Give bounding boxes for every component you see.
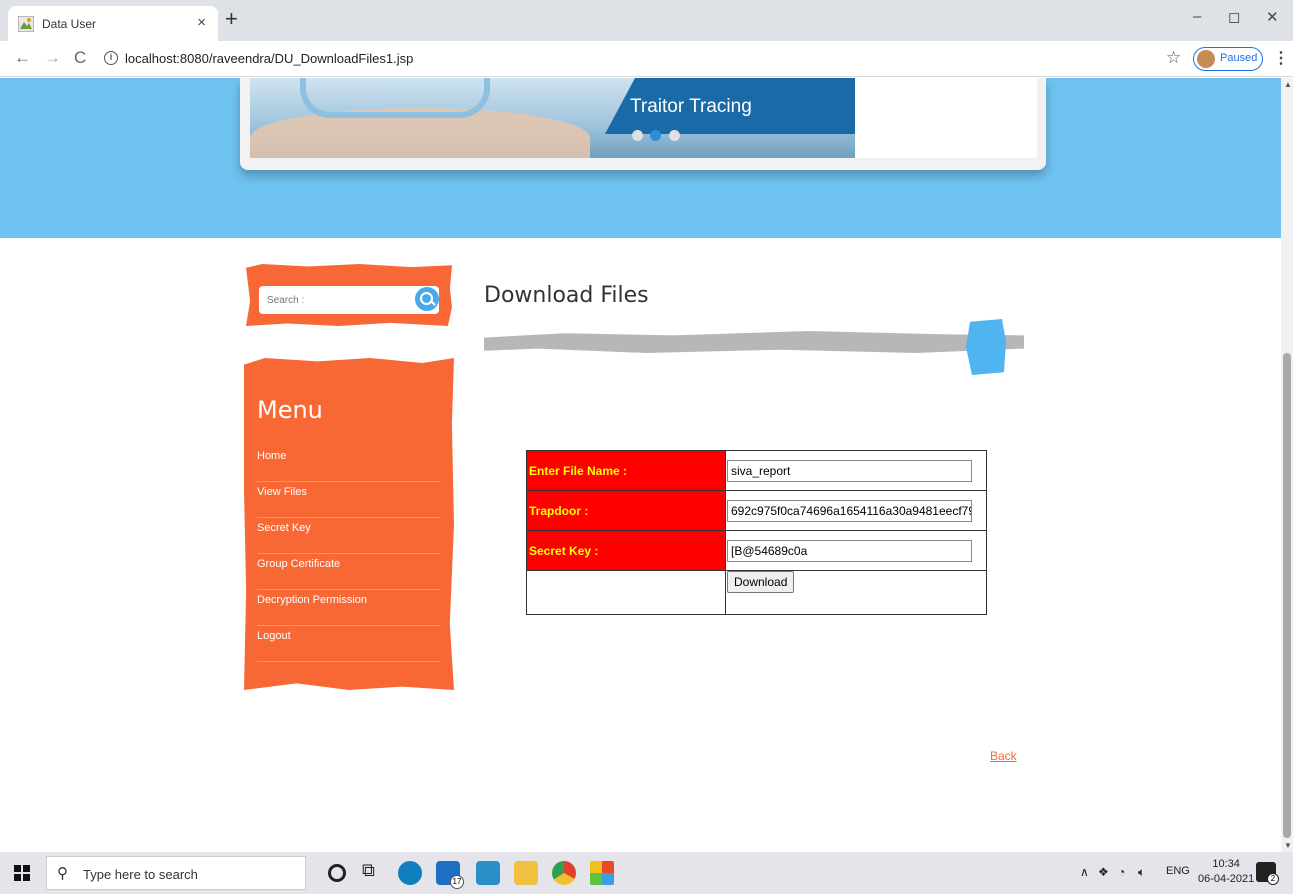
download-cell: Download — [725, 570, 987, 615]
menu-item-view-files[interactable]: View Files — [257, 482, 440, 518]
slider-dot-1[interactable] — [632, 130, 643, 141]
download-form: Enter File Name : Trapdoor : Secret Key … — [526, 450, 987, 615]
avatar — [1197, 50, 1215, 68]
banner-frame: Traitor Tracing — [240, 78, 1046, 170]
notification-badge: 2 — [1267, 873, 1279, 885]
edge-browser-icon[interactable] — [398, 861, 422, 885]
menu-item-logout[interactable]: Logout — [257, 626, 440, 662]
dropbox-icon[interactable]: ❖ — [1098, 865, 1109, 879]
trapdoor-label: Trapdoor : — [526, 490, 726, 531]
address-bar: ← → C i localhost:8080/raveendra/DU_Down… — [0, 41, 1293, 77]
form-row-secret-key: Secret Key : — [526, 530, 987, 571]
taskbar-search-placeholder: Type here to search — [83, 867, 198, 882]
cortana-icon[interactable] — [328, 864, 346, 882]
clock-date: 06-04-2021 — [1198, 873, 1255, 885]
title-divider-accent — [966, 319, 1006, 375]
task-view-icon[interactable]: ⧉ — [362, 860, 386, 884]
clock-time: 10:34 — [1212, 858, 1240, 870]
banner-title: Traitor Tracing — [630, 96, 752, 117]
trapdoor-cell — [725, 490, 987, 531]
scrollbar-thumb[interactable] — [1283, 353, 1291, 838]
banner-image: Traitor Tracing — [250, 78, 855, 158]
page-favicon-icon — [18, 16, 34, 32]
empty-cell — [526, 570, 726, 615]
secret-key-label: Secret Key : — [526, 530, 726, 571]
page-title: Download Files — [484, 283, 649, 308]
maximize-icon[interactable]: ◻ — [1228, 8, 1240, 26]
secret-key-cell — [725, 530, 987, 571]
menu-item-group-certificate[interactable]: Group Certificate — [257, 554, 440, 590]
secret-key-field[interactable] — [727, 539, 972, 562]
mail-icon[interactable]: 17 — [436, 861, 464, 889]
file-name-label: Enter File Name : — [526, 450, 726, 491]
mail-badge: 17 — [450, 875, 464, 889]
banner-right-panel — [855, 78, 1037, 158]
browser-tab-bar: Data User × + – ◻ ✕ — [0, 0, 1293, 41]
scroll-up-icon[interactable]: ▲ — [1284, 80, 1292, 89]
trapdoor-field[interactable] — [727, 499, 972, 522]
new-tab-button[interactable]: + — [225, 6, 238, 32]
tray-chevron-icon[interactable]: ∧ — [1080, 865, 1089, 879]
profile-status-label: Paused — [1220, 52, 1258, 64]
close-window-icon[interactable]: ✕ — [1266, 8, 1279, 26]
scroll-down-icon[interactable]: ▼ — [1284, 841, 1292, 850]
browser-menu-icon[interactable]: ⋮ — [1273, 48, 1289, 68]
forward-arrow-icon[interactable]: → — [44, 48, 61, 68]
minimize-icon[interactable]: – — [1193, 8, 1201, 25]
header-torn-edge — [0, 188, 1281, 232]
menu-title: Menu — [257, 396, 323, 424]
file-explorer-icon[interactable] — [514, 861, 538, 885]
volume-icon[interactable]: 🔈︎ — [1138, 865, 1145, 880]
form-row-file-name: Enter File Name : — [526, 450, 987, 491]
menu-item-secret-key[interactable]: Secret Key — [257, 518, 440, 554]
back-link[interactable]: Back — [990, 749, 1017, 763]
banner-cloud-graphic — [300, 78, 490, 118]
search-input[interactable] — [259, 286, 439, 314]
browser-tab[interactable]: Data User × — [8, 6, 218, 41]
page-viewport: Traitor Tracing Menu Home View Files Sec… — [0, 78, 1281, 852]
form-row-trapdoor: Trapdoor : — [526, 490, 987, 531]
reload-icon[interactable]: C — [74, 48, 86, 68]
slider-dot-3[interactable] — [668, 130, 680, 141]
search-icon[interactable] — [415, 287, 439, 311]
system-clock[interactable]: 10:34 06-04-2021 — [1198, 857, 1254, 887]
app-icon[interactable] — [590, 861, 614, 885]
taskbar-search-box[interactable]: ⚲ Type here to search — [46, 856, 306, 890]
amazon-store-icon[interactable] — [476, 861, 500, 885]
vertical-scrollbar[interactable]: ▲ ▼ — [1281, 78, 1293, 852]
menu-item-home[interactable]: Home — [257, 446, 440, 482]
bookmark-star-icon[interactable]: ☆ — [1166, 48, 1181, 68]
slider-dot-2[interactable] — [650, 130, 662, 141]
action-center-icon[interactable]: 2 — [1256, 862, 1279, 885]
tab-close-icon[interactable]: × — [197, 14, 206, 31]
form-row-actions: Download — [526, 570, 987, 615]
url-field[interactable]: localhost:8080/raveendra/DU_DownloadFile… — [125, 51, 413, 66]
chrome-icon[interactable] — [552, 861, 576, 885]
tab-title: Data User — [42, 17, 97, 31]
windows-start-icon[interactable] — [14, 865, 30, 881]
file-name-cell — [725, 450, 987, 491]
slider-dots — [632, 128, 683, 146]
magnifier-icon: ⚲ — [57, 865, 68, 882]
menu-item-decryption-permission[interactable]: Decryption Permission — [257, 590, 440, 626]
site-info-icon[interactable]: i — [104, 51, 118, 65]
language-indicator[interactable]: ENG — [1166, 865, 1190, 877]
windows-taskbar: ⚲ Type here to search ⧉ 17 ∧ ❖ ◔ 🔈︎ ENG … — [0, 852, 1293, 894]
download-button[interactable]: Download — [727, 571, 795, 593]
network-icon[interactable]: ◔ — [1118, 865, 1125, 879]
file-name-field[interactable] — [727, 459, 972, 482]
profile-button[interactable]: Paused — [1193, 47, 1263, 71]
title-divider — [484, 331, 1024, 353]
back-arrow-icon[interactable]: ← — [14, 48, 31, 68]
